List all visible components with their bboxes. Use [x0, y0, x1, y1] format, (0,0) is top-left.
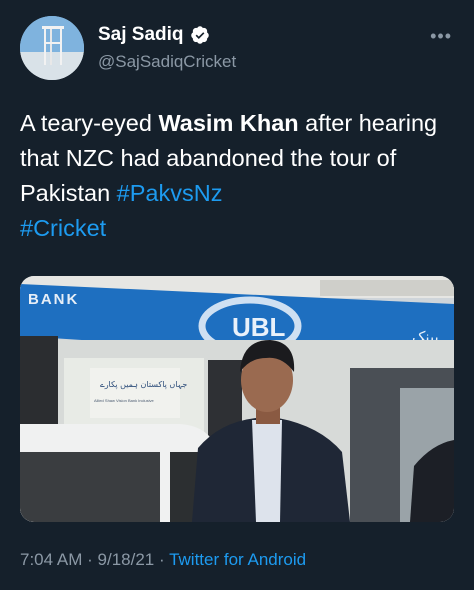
tweet-header: Saj Sadiq @SajSadiqCricket •••: [20, 16, 458, 80]
separator: ·: [158, 550, 165, 569]
tweet-time[interactable]: 7:04 AM: [20, 550, 82, 569]
user-name[interactable]: Saj Sadiq: [98, 24, 184, 46]
tweet-text: A teary-eyed Wasim Khan after hearing th…: [20, 106, 460, 246]
hashtag-link[interactable]: #PakvsNz: [117, 180, 223, 206]
separator: ·: [87, 550, 93, 569]
tweet-date[interactable]: 9/18/21: [98, 550, 155, 569]
avatar[interactable]: [20, 16, 84, 80]
verified-badge-icon: [190, 26, 209, 44]
hashtag-link[interactable]: #Cricket: [20, 215, 106, 241]
user-name-row: Saj Sadiq: [98, 24, 210, 46]
photo-scene: BANK UBL بینک جہاں پاکستان ہمیں پکارے Al…: [20, 276, 454, 522]
banner-line: Allied Shaw Vision Bank Inclusive: [94, 398, 155, 403]
more-icon[interactable]: •••: [430, 26, 452, 47]
banner-urdu: جہاں پاکستان ہمیں پکارے: [100, 380, 187, 389]
tweet-bold-name: Wasim Khan: [158, 110, 299, 136]
sign-logo-text: UBL: [232, 312, 286, 342]
tweet-photo[interactable]: BANK UBL بینک جہاں پاکستان ہمیں پکارے Al…: [20, 276, 454, 522]
user-handle[interactable]: @SajSadiqCricket: [98, 52, 236, 72]
avatar-image: [20, 16, 84, 80]
tweet-text-part: A teary-eyed: [20, 110, 159, 136]
sign-bank-text: BANK: [28, 291, 79, 308]
tweet-footer: 7:04 AM · 9/18/21 · Twitter for Android: [20, 550, 306, 570]
tweet-source[interactable]: Twitter for Android: [169, 550, 306, 569]
